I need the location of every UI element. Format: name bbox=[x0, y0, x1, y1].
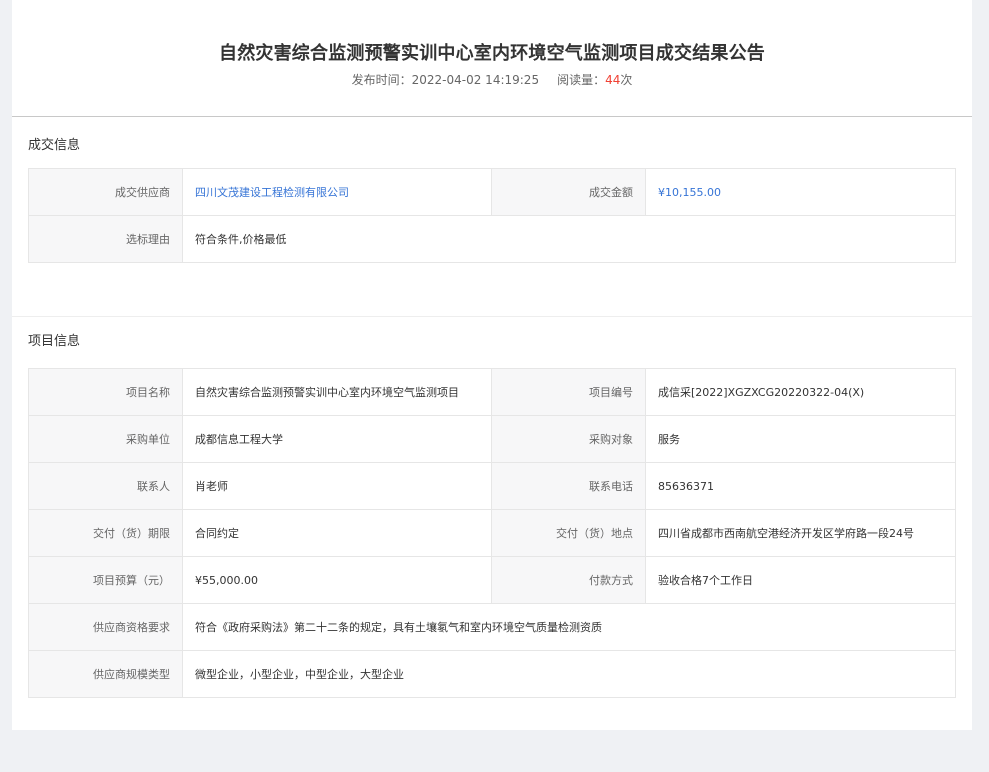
procurement-object-label: 采购对象 bbox=[491, 415, 646, 463]
page-title: 自然灾害综合监测预警实训中心室内环境空气监测项目成交结果公告 bbox=[219, 43, 765, 64]
project-info-table: 项目名称 自然灾害综合监测预警实训中心室内环境空气监测项目 项目编号 成信采[2… bbox=[28, 368, 956, 698]
phone-label: 联系电话 bbox=[491, 462, 646, 510]
publish-time: 2022-04-02 14:19:25 bbox=[411, 73, 540, 87]
project-number-label: 项目编号 bbox=[491, 368, 646, 416]
supplier-label: 成交供应商 bbox=[28, 168, 183, 216]
publish-time-label: 发布时间： bbox=[351, 73, 412, 87]
project-info-title: 项目信息 bbox=[28, 334, 81, 349]
views-unit: 次 bbox=[620, 73, 633, 87]
deal-info-title: 成交信息 bbox=[28, 138, 81, 153]
budget-label: 项目预算（元） bbox=[28, 556, 183, 604]
table-row: 成交供应商 四川文茂建设工程检测有限公司 成交金额 ¥10,155.00 bbox=[28, 168, 956, 216]
contact-value: 肖老师 bbox=[182, 462, 492, 510]
phone-value: 85636371 bbox=[645, 462, 956, 510]
budget-value: ¥55,000.00 bbox=[182, 556, 492, 604]
reason-label: 选标理由 bbox=[28, 215, 183, 263]
table-row: 项目预算（元） ¥55,000.00 付款方式 验收合格7个工作日 bbox=[28, 556, 956, 604]
table-row: 采购单位 成都信息工程大学 采购对象 服务 bbox=[28, 415, 956, 463]
contact-label: 联系人 bbox=[28, 462, 183, 510]
purchaser-value: 成都信息工程大学 bbox=[182, 415, 492, 463]
announcement-header: 自然灾害综合监测预警实训中心室内环境空气监测项目成交结果公告 发布时间：2022… bbox=[12, 0, 972, 117]
table-row: 选标理由 符合条件,价格最低 bbox=[28, 215, 956, 263]
views-count: 44 bbox=[605, 73, 621, 87]
delivery-period-value: 合同约定 bbox=[182, 509, 492, 557]
project-name-label: 项目名称 bbox=[28, 368, 183, 416]
table-row: 交付（货）期限 合同约定 交付（货）地点 四川省成都市西南航空港经济开发区学府路… bbox=[28, 509, 956, 557]
qualification-value: 符合《政府采购法》第二十二条的规定，具有土壤氡气和室内环境空气质量检测资质 bbox=[182, 603, 956, 651]
procurement-object-value: 服务 bbox=[645, 415, 956, 463]
scale-type-label: 供应商规模类型 bbox=[28, 650, 183, 698]
announcement-page: 自然灾害综合监测预警实训中心室内环境空气监测项目成交结果公告 发布时间：2022… bbox=[12, 0, 972, 730]
payment-method-label: 付款方式 bbox=[491, 556, 646, 604]
reason-value: 符合条件,价格最低 bbox=[182, 215, 956, 263]
delivery-period-label: 交付（货）期限 bbox=[28, 509, 183, 557]
table-row: 供应商规模类型 微型企业，小型企业，中型企业，大型企业 bbox=[28, 650, 956, 698]
deal-info-table: 成交供应商 四川文茂建设工程检测有限公司 成交金额 ¥10,155.00 选标理… bbox=[28, 168, 956, 263]
project-info-section: 项目信息 项目名称 自然灾害综合监测预警实训中心室内环境空气监测项目 项目编号 … bbox=[12, 317, 972, 698]
views-label: 阅读量： bbox=[557, 73, 606, 87]
table-row: 项目名称 自然灾害综合监测预警实训中心室内环境空气监测项目 项目编号 成信采[2… bbox=[28, 368, 956, 416]
purchaser-label: 采购单位 bbox=[28, 415, 183, 463]
payment-method-value: 验收合格7个工作日 bbox=[645, 556, 956, 604]
deal-info-section: 成交信息 成交供应商 四川文茂建设工程检测有限公司 成交金额 ¥10,155.0… bbox=[12, 117, 972, 317]
delivery-location-value: 四川省成都市西南航空港经济开发区学府路一段24号 bbox=[645, 509, 956, 557]
project-name-value: 自然灾害综合监测预警实训中心室内环境空气监测项目 bbox=[182, 368, 492, 416]
scale-type-value: 微型企业，小型企业，中型企业，大型企业 bbox=[182, 650, 956, 698]
qualification-label: 供应商资格要求 bbox=[28, 603, 183, 651]
project-number-value: 成信采[2022]XGZXCG20220322-04(X) bbox=[645, 368, 956, 416]
table-row: 供应商资格要求 符合《政府采购法》第二十二条的规定，具有土壤氡气和室内环境空气质… bbox=[28, 603, 956, 651]
amount-value: ¥10,155.00 bbox=[645, 168, 956, 216]
table-row: 联系人 肖老师 联系电话 85636371 bbox=[28, 462, 956, 510]
supplier-link[interactable]: 四川文茂建设工程检测有限公司 bbox=[182, 168, 492, 216]
delivery-location-label: 交付（货）地点 bbox=[491, 509, 646, 557]
amount-label: 成交金额 bbox=[491, 168, 646, 216]
publish-meta: 发布时间：2022-04-02 14:19:25 阅读量：44次 bbox=[12, 72, 972, 88]
